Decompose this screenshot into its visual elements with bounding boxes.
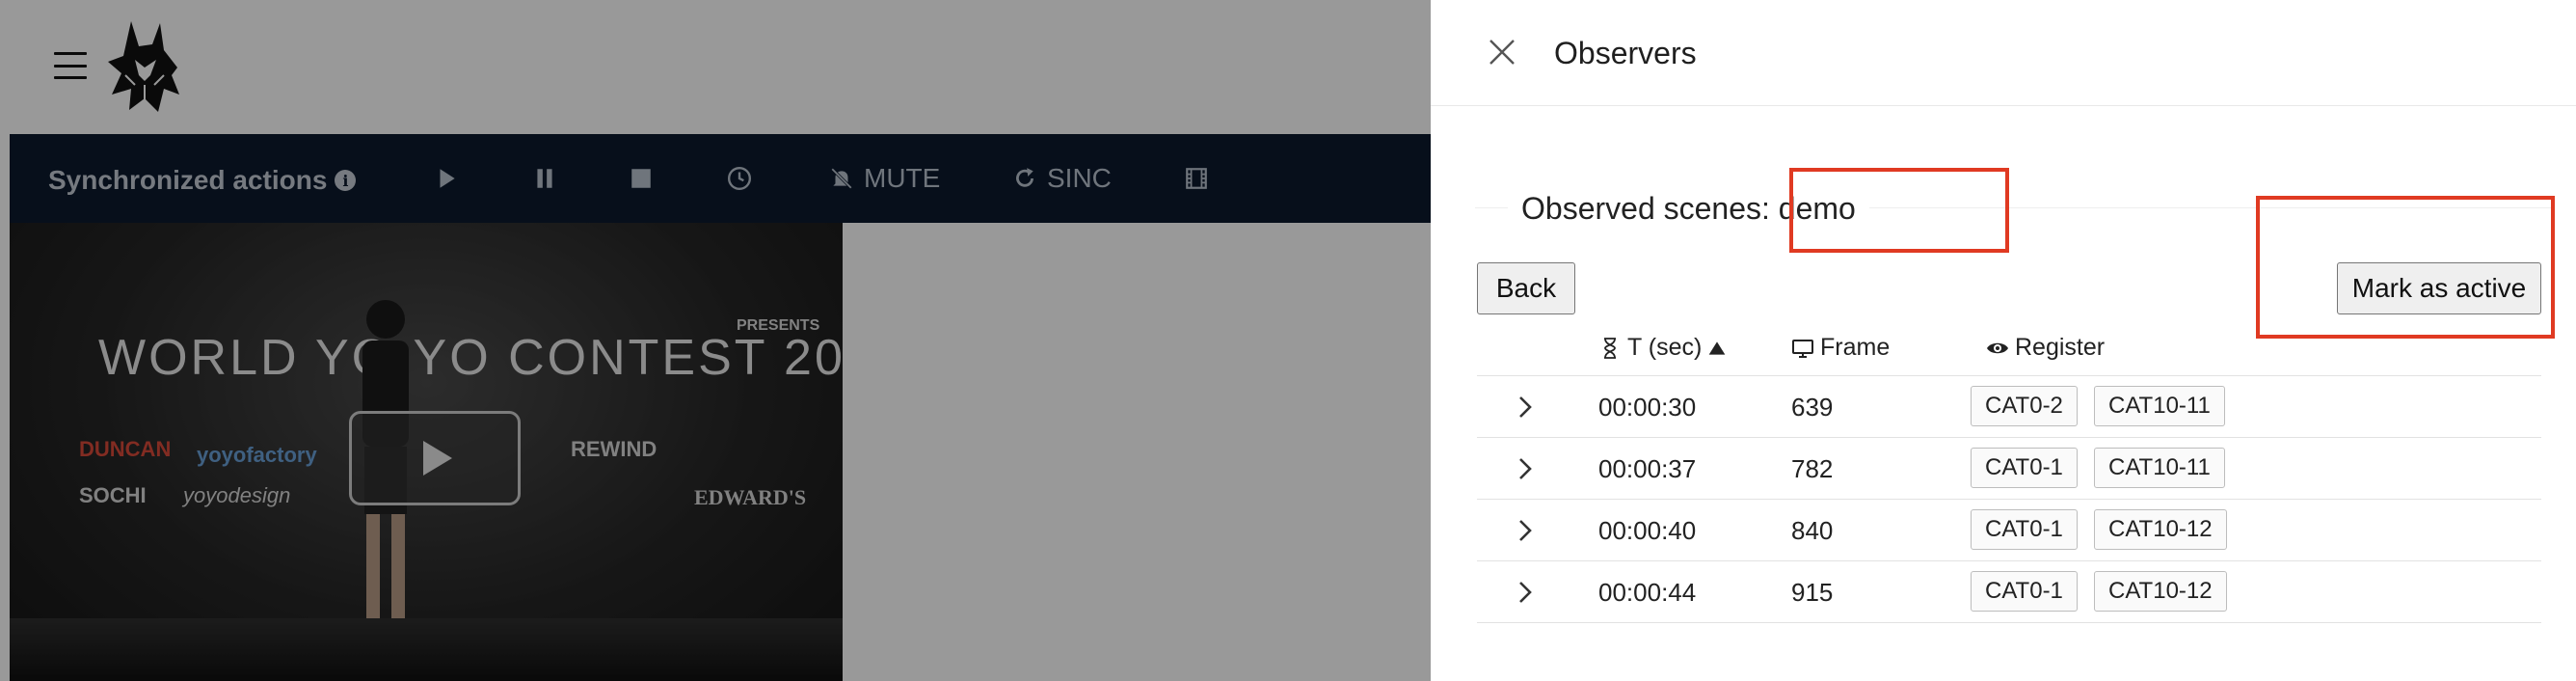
register-tag[interactable]: CAT10-11 — [2094, 448, 2225, 488]
background-app: Synchronized actions i MUTE SINC WORLD Y… — [0, 0, 1431, 681]
register-tag[interactable]: CAT10-11 — [2094, 386, 2225, 426]
column-header-register[interactable]: Register — [1986, 334, 2105, 362]
register-tag[interactable]: CAT10-12 — [2094, 571, 2227, 612]
time-cell: 00:00:37 — [1598, 454, 1697, 483]
table-row[interactable]: 00:00:44 915 CAT0-1 CAT10-12 — [1477, 561, 2541, 623]
chevron-right-icon[interactable] — [1516, 456, 1535, 481]
time-cell: 00:00:44 — [1598, 578, 1697, 607]
sort-up-icon — [1708, 340, 1726, 355]
column-header-frame[interactable]: Frame — [1791, 334, 1890, 362]
monitor-icon — [1792, 339, 1813, 358]
eye-icon — [1987, 342, 2008, 353]
highlight-box-scene-name — [1789, 168, 2009, 253]
highlight-box-mark-active — [2256, 196, 2555, 339]
chevron-right-icon[interactable] — [1516, 518, 1535, 543]
chevron-right-icon[interactable] — [1516, 395, 1535, 420]
close-icon[interactable] — [1487, 37, 1517, 68]
frame-cell: 915 — [1791, 578, 1834, 607]
frame-cell: 782 — [1791, 454, 1834, 483]
table-row[interactable]: 00:00:40 840 CAT0-1 CAT10-12 — [1477, 500, 2541, 561]
chevron-right-icon[interactable] — [1516, 580, 1535, 605]
hourglass-icon — [1604, 337, 1616, 359]
table-row[interactable]: 00:00:37 782 CAT0-1 CAT10-11 — [1477, 438, 2541, 500]
drawer-header: Observers — [1431, 0, 2576, 106]
back-button[interactable]: Back — [1477, 262, 1575, 314]
table-row[interactable]: 00:00:30 639 CAT0-2 CAT10-11 — [1477, 376, 2541, 438]
time-cell: 00:00:30 — [1598, 393, 1697, 422]
observations-table: T (sec) Frame Register 00:00:30 639 CAT0… — [1477, 320, 2541, 623]
frame-cell: 840 — [1791, 516, 1834, 545]
observers-drawer: Observers Observed scenes: demo Back Mar… — [1431, 0, 2576, 681]
register-tag[interactable]: CAT0-1 — [1971, 571, 2078, 612]
time-cell: 00:00:40 — [1598, 516, 1697, 545]
register-tag[interactable]: CAT0-1 — [1971, 509, 2078, 550]
column-header-label: Register — [2015, 334, 2106, 361]
drawer-title: Observers — [1554, 36, 1697, 70]
column-header-label: T (sec) — [1627, 334, 1703, 361]
observed-scenes-label: Observed scenes: — [1521, 191, 1770, 226]
register-tag[interactable]: CAT0-2 — [1971, 386, 2078, 426]
column-header-time[interactable]: T (sec) — [1598, 334, 1727, 362]
modal-overlay[interactable] — [0, 0, 1431, 681]
register-tag[interactable]: CAT0-1 — [1971, 448, 2078, 488]
frame-cell: 639 — [1791, 393, 1834, 422]
register-tag[interactable]: CAT10-12 — [2094, 509, 2227, 550]
column-header-label: Frame — [1820, 334, 1891, 361]
